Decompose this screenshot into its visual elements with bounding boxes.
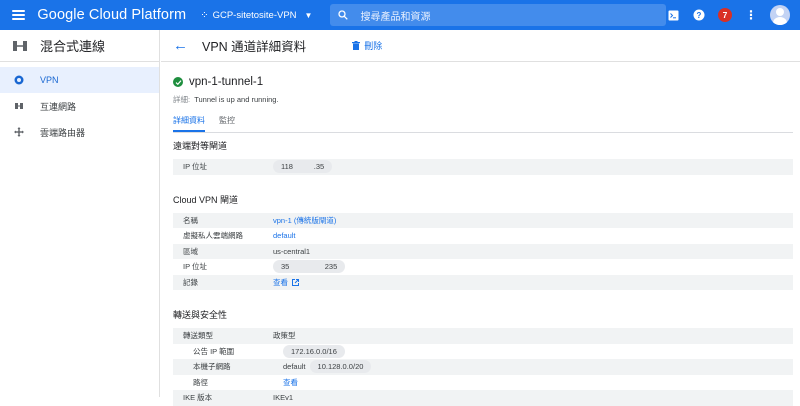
sidebar-item-label: 雲端路由器 — [40, 127, 86, 138]
section-remote-peer-title: 遠端對等閘道 — [173, 141, 228, 151]
kv-key: 本機子網路 — [193, 362, 231, 372]
kv-row: IP 位址 118 .35 — [173, 159, 793, 175]
kv-key: 記錄 — [183, 277, 198, 287]
cloud-shell-icon[interactable] — [666, 8, 680, 22]
notification-badge[interactable]: 7 — [718, 8, 732, 22]
brand-title[interactable]: Google Cloud Platform — [37, 7, 186, 23]
sidebar-header: 混合式連線 — [0, 30, 159, 62]
local-subnet-network: default — [283, 362, 306, 372]
section-routing-title: 轉送與安全性 — [173, 310, 228, 320]
view-routes-link[interactable]: 查看 — [283, 377, 298, 388]
trash-icon — [352, 41, 361, 50]
kv-key: IP 位址 — [183, 162, 208, 172]
tab-bar: 詳細資料 監控 — [173, 115, 793, 133]
tab-monitoring[interactable]: 監控 — [219, 115, 235, 132]
sidebar-item-vpn[interactable]: VPN — [0, 67, 159, 93]
section-cloud-vpn-title: Cloud VPN 閘道 — [173, 194, 239, 205]
kv-key: 區域 — [183, 246, 198, 256]
delete-button[interactable]: 刪除 — [352, 39, 382, 52]
interconnect-icon — [15, 103, 23, 109]
kv-key: 公告 IP 範圍 — [193, 346, 235, 356]
tunnel-status: 詳細: Tunnel is up and running. — [173, 94, 800, 105]
routing-type-value: 政策型 — [273, 331, 296, 341]
sidebar-title: 混合式連線 — [40, 39, 106, 54]
avatar[interactable] — [770, 5, 790, 25]
status-ok-icon — [173, 77, 183, 87]
kv-key: 轉送類型 — [183, 331, 213, 341]
view-logs-link[interactable]: 查看 — [273, 277, 288, 288]
project-selector[interactable]: ⁘ GCP-sitetosite-VPN ▼ — [200, 10, 312, 21]
open-in-new-icon[interactable] — [292, 278, 299, 286]
status-text: Tunnel is up and running. — [194, 95, 279, 104]
region-value: us-central1 — [273, 246, 311, 256]
help-icon[interactable]: ? — [692, 8, 706, 22]
page-title: VPN 通道詳細資料 — [202, 40, 307, 54]
kv-row: 路徑 查看 — [173, 375, 793, 391]
delete-label: 刪除 — [364, 41, 383, 51]
more-vert-icon[interactable]: ⋮ — [744, 8, 758, 22]
kv-row: 區域 us-central1 — [173, 243, 793, 259]
kv-key: 名稱 — [183, 215, 198, 225]
kv-key: IKE 版本 — [183, 393, 213, 403]
svg-text:?: ? — [697, 11, 702, 20]
search-bar[interactable]: 搜尋產品和資源 — [330, 4, 666, 26]
kv-row: IP 位址 35 235 — [173, 259, 793, 275]
kv-key: 虛擬私人雲端網路 — [183, 231, 243, 241]
page-header: ← VPN 通道詳細資料 刪除 — [161, 30, 800, 62]
network-link[interactable]: default — [273, 231, 296, 240]
kv-row: IKE 版本 IKEv1 — [173, 390, 793, 406]
kv-row: 虛擬私人雲端網路 default — [173, 228, 793, 244]
menu-icon[interactable] — [12, 10, 26, 20]
local-subnet-chip: 10.128.0.0/20 — [309, 360, 372, 374]
main-panel: ← VPN 通道詳細資料 刪除 vpn-1-tunnel-1 詳細: Tunne… — [161, 30, 800, 406]
router-icon — [14, 127, 24, 137]
top-app-bar: Google Cloud Platform ⁘ GCP-sitetosite-V… — [0, 0, 800, 30]
hybrid-connectivity-icon — [13, 40, 27, 51]
tunnel-name: vpn-1-tunnel-1 — [189, 76, 264, 88]
back-arrow-icon[interactable]: ← — [173, 38, 188, 53]
kv-row: 記錄 查看 — [173, 274, 793, 290]
kv-key: IP 位址 — [183, 262, 208, 272]
sidebar: 混合式連線 VPN 互連網路 雲端路由器 — [0, 30, 160, 397]
gateway-name-link[interactable]: vpn-1 (傳統版閘道) — [273, 215, 336, 226]
sidebar-item-label: VPN — [40, 75, 59, 85]
sidebar-item-label: 互連網路 — [40, 101, 77, 112]
remote-range-chip: 172.16.0.0/16 — [283, 344, 345, 358]
gateway-ip-chip: 35 235 — [273, 260, 346, 274]
kv-row: 公告 IP 範圍 172.16.0.0/16 — [173, 344, 793, 360]
status-label: 詳細: — [173, 95, 191, 104]
kv-row: 名稱 vpn-1 (傳統版閘道) — [173, 212, 793, 228]
kv-row: 本機子網路 default 10.128.0.0/20 — [173, 359, 793, 375]
ike-version-value: IKEv1 — [273, 393, 294, 403]
vpn-icon — [14, 75, 24, 85]
chevron-down-icon: ▼ — [304, 10, 313, 20]
project-name: GCP-sitetosite-VPN — [212, 9, 297, 21]
tab-details[interactable]: 詳細資料 — [173, 115, 205, 132]
kv-row: 轉送類型 政策型 — [173, 328, 793, 344]
sidebar-item-cloud-router[interactable]: 雲端路由器 — [0, 119, 159, 145]
kv-key: 路徑 — [193, 377, 208, 387]
search-placeholder: 搜尋產品和資源 — [360, 11, 431, 23]
project-icon: ⁘ — [200, 9, 209, 21]
sidebar-item-interconnect[interactable]: 互連網路 — [0, 93, 159, 119]
remote-ip-chip: 118 .35 — [273, 160, 333, 174]
search-icon — [338, 10, 349, 20]
